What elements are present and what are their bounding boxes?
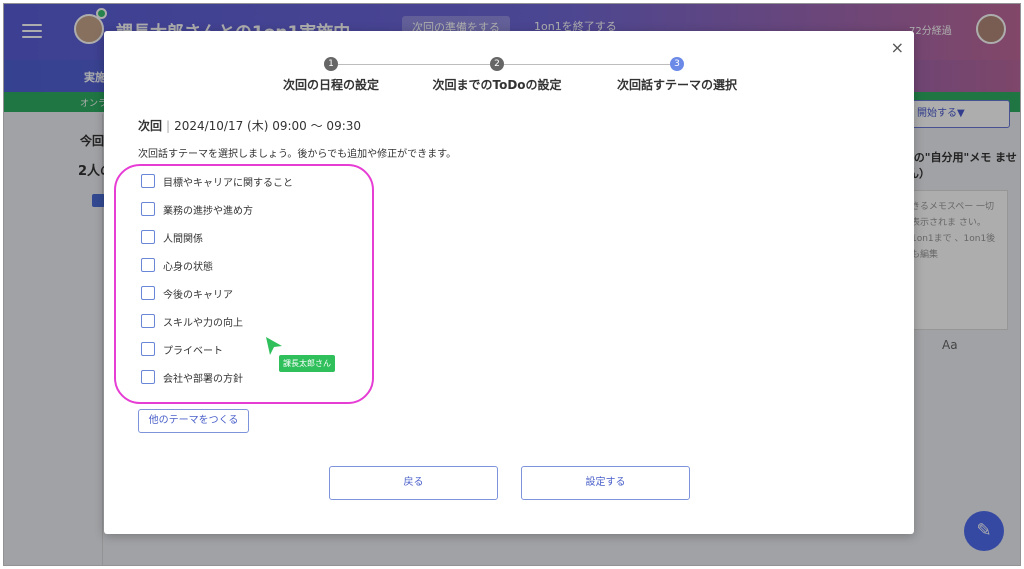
step-1-label: 次回の日程の設定 [282,78,380,92]
create-other-theme-button[interactable]: 他のテーマをつくる [138,409,249,433]
step-connector [338,64,490,65]
theme-option[interactable]: 人間関係 [141,229,203,245]
remote-cursor-icon [266,337,282,355]
checkbox[interactable] [141,258,155,272]
checkbox[interactable] [141,342,155,356]
instruction-text: 次回話すテーマを選択しましょう。後からでも追加や修正ができます。 [138,149,457,160]
theme-option[interactable]: スキルや力の向上 [141,313,243,329]
step-connector [504,64,670,65]
checkbox[interactable] [141,174,155,188]
step-3-marker: 3 [670,57,684,71]
back-button[interactable]: 戻る [329,466,498,500]
checkbox[interactable] [141,286,155,300]
next-time-settings-modal: × 1 2 3 次回の日程の設定 次回までのToDoの設定 次回話すテーマの選択… [104,31,914,534]
checkbox[interactable] [141,314,155,328]
remote-cursor-label: 課長太郎さん [279,355,335,372]
step-2-marker: 2 [490,57,504,71]
step-1-marker: 1 [324,57,338,71]
theme-option[interactable]: 目標やキャリアに関すること [141,173,293,189]
theme-option[interactable]: 会社や部署の方針 [141,369,243,385]
checkbox[interactable] [141,370,155,384]
next-date: 2024/10/17 (木) 09:00 〜 09:30 [174,119,362,133]
step-2-label: 次回までのToDoの設定 [432,78,562,92]
checkbox[interactable] [141,230,155,244]
close-icon[interactable]: × [891,38,904,57]
theme-option[interactable]: 今後のキャリア [141,285,233,301]
checkbox[interactable] [141,202,155,216]
theme-option[interactable]: プライベート [141,341,223,357]
next-label: 次回 [138,119,163,133]
step-3-label: 次回話すテーマの選択 [616,78,738,92]
next-date-row: 次回 | 2024/10/17 (木) 09:00 〜 09:30 [138,119,362,133]
highlight-annotation [114,164,374,404]
theme-option[interactable]: 業務の進捗や進め方 [141,201,253,217]
set-button[interactable]: 設定する [521,466,690,500]
theme-option[interactable]: 心身の状態 [141,257,213,273]
